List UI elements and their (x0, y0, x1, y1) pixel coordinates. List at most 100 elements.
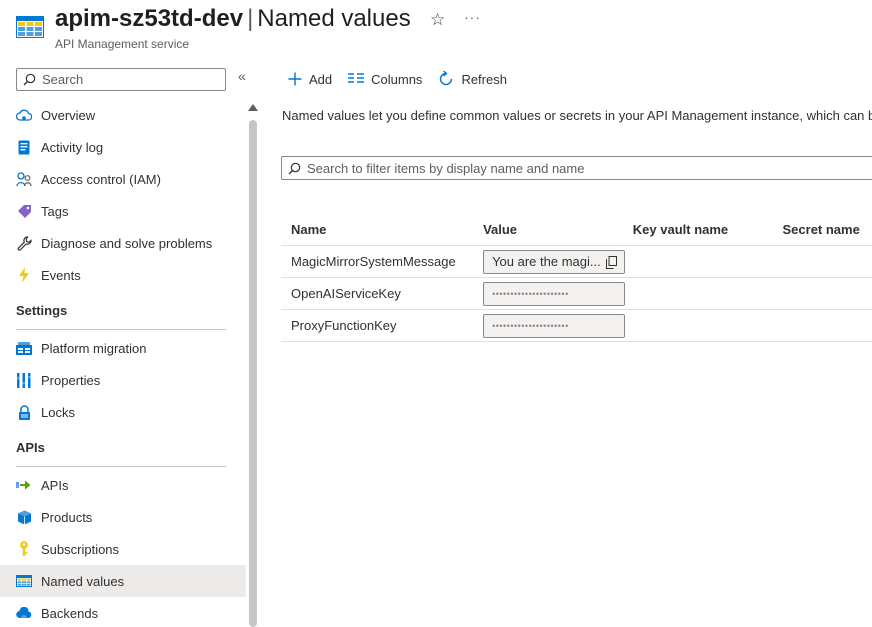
column-header-value[interactable]: Value (483, 222, 633, 237)
favorite-star-icon[interactable]: ☆ (430, 11, 445, 28)
column-header-key-vault-name[interactable]: Key vault name (633, 222, 783, 237)
row-name[interactable]: ProxyFunctionKey (281, 318, 483, 333)
filter-input[interactable] (307, 160, 867, 176)
sidebar-item-label: Access control (IAM) (41, 171, 161, 187)
section-divider (16, 466, 226, 467)
sidebar-item-subscriptions[interactable]: Subscriptions (0, 533, 246, 565)
sidebar-scrollbar[interactable] (249, 120, 257, 627)
sidebar-item-label: Named values (41, 573, 125, 589)
sidebar-item-access-control[interactable]: Access control (IAM) (0, 163, 246, 195)
section-divider (16, 329, 226, 330)
columns-button[interactable]: Columns (348, 72, 422, 87)
api-arrow-icon (16, 477, 32, 493)
section-header-settings: Settings (16, 303, 68, 318)
page-header: apim-sz53td-dev | Named values API Managem… (0, 0, 872, 58)
sidebar-item-properties[interactable]: Properties (0, 364, 246, 396)
sidebar-item-backends[interactable]: Backends (0, 597, 246, 627)
resource-menu: « Overview Activity log Access control (… (0, 58, 260, 627)
table-row[interactable]: ProxyFunctionKey ••••••••••••••••••••• (281, 310, 872, 342)
columns-icon (348, 73, 365, 85)
people-icon (16, 171, 32, 187)
section-header-apis: APIs (16, 440, 45, 455)
value-text: ••••••••••••••••••••• (492, 320, 569, 331)
table-row[interactable]: OpenAIServiceKey ••••••••••••••••••••• (281, 278, 872, 310)
plus-icon (288, 72, 302, 86)
refresh-icon (438, 71, 454, 87)
row-name[interactable]: MagicMirrorSystemMessage (281, 254, 483, 269)
api-management-icon (16, 16, 44, 38)
sidebar-item-label: Properties (41, 372, 101, 388)
named-values-table: Name Value Key vault name Secret name Ma… (281, 214, 872, 342)
table-row[interactable]: MagicMirrorSystemMessage You are the mag… (281, 246, 872, 278)
cloud-overview-icon (16, 107, 32, 123)
sidebar-item-label: Overview (41, 107, 96, 123)
column-header-secret-name[interactable]: Secret name (783, 222, 872, 237)
masked-value-field[interactable]: ••••••••••••••••••••• (483, 281, 626, 306)
copy-icon[interactable] (606, 255, 618, 272)
table-header: Name Value Key vault name Secret name (281, 214, 872, 246)
add-button[interactable]: Add (288, 72, 332, 87)
scroll-up-arrow[interactable] (248, 104, 258, 111)
column-header-name[interactable]: Name (281, 222, 483, 237)
sidebar-item-events[interactable]: Events (0, 259, 246, 291)
page-title: apim-sz53td-dev | Named values (55, 5, 411, 33)
blade-name: Named values (257, 5, 411, 32)
lock-icon (16, 404, 32, 420)
sidebar-item-activity-log[interactable]: Activity log (0, 131, 246, 163)
sidebar-item-label: APIs (41, 477, 69, 493)
resource-name: apim-sz53td-dev (55, 5, 244, 32)
wrench-icon (16, 235, 32, 251)
sidebar-item-label: Diagnose and solve problems (41, 235, 213, 251)
sidebar-item-label: Platform migration (41, 340, 147, 356)
masked-value-field[interactable]: ••••••••••••••••••••• (483, 313, 626, 338)
refresh-button-label: Refresh (461, 71, 507, 87)
columns-button-label: Columns (371, 71, 423, 87)
main-content: Add Columns Refresh Named values let you… (262, 58, 872, 627)
cloud-backend-icon (16, 605, 32, 621)
page-subtitle: API Management service (55, 37, 190, 51)
sidebar-item-label: Backends (41, 605, 99, 621)
migration-icon (16, 340, 32, 356)
sidebar-item-label: Activity log (41, 139, 104, 155)
search-icon (23, 73, 36, 86)
row-name[interactable]: OpenAIServiceKey (281, 286, 483, 301)
add-button-label: Add (309, 71, 333, 87)
more-options-icon[interactable]: ··· (464, 9, 481, 25)
sidebar-item-named-values[interactable]: Named values (0, 565, 246, 597)
refresh-button[interactable]: Refresh (438, 71, 507, 87)
page-description: Named values let you define common value… (282, 108, 872, 123)
sidebar-item-apis[interactable]: APIs (0, 469, 246, 501)
sidebar-item-tags[interactable]: Tags (0, 195, 246, 227)
sidebar-item-platform-migration[interactable]: Platform migration (0, 332, 246, 364)
key-icon (16, 541, 32, 557)
value-field[interactable]: You are the magi... (483, 249, 626, 274)
value-text: You are the magi... (492, 254, 601, 269)
search-icon (288, 162, 301, 174)
command-bar: Add Columns Refresh (288, 68, 523, 90)
title-separator: | (247, 5, 254, 32)
activity-log-icon (16, 139, 32, 155)
sidebar-item-label: Tags (41, 203, 69, 219)
product-box-icon (16, 509, 32, 525)
sidebar-item-diagnose[interactable]: Diagnose and solve problems (0, 227, 246, 259)
sidebar-item-locks[interactable]: Locks (0, 396, 246, 428)
sidebar-item-overview[interactable]: Overview (0, 99, 246, 131)
properties-icon (16, 372, 32, 388)
row-value-cell: You are the magi... (483, 249, 633, 274)
row-value-cell: ••••••••••••••••••••• (483, 313, 633, 338)
sidebar-item-label: Subscriptions (41, 541, 120, 557)
sidebar-item-products[interactable]: Products (0, 501, 246, 533)
sidebar-item-label: Events (41, 267, 81, 283)
sidebar-nav: Overview Activity log Access control (IA… (0, 99, 246, 627)
value-text: ••••••••••••••••••••• (492, 288, 569, 299)
sidebar-item-label: Products (41, 509, 93, 525)
sidebar-item-label: Locks (41, 404, 75, 420)
collapse-menu-icon[interactable]: « (238, 68, 246, 84)
table-grid-icon (16, 573, 32, 589)
sidebar-search-box[interactable] (16, 68, 226, 91)
tag-icon (16, 203, 32, 219)
lightning-icon (16, 267, 32, 283)
row-value-cell: ••••••••••••••••••••• (483, 281, 633, 306)
filter-box[interactable] (281, 156, 872, 180)
sidebar-search-input[interactable] (42, 72, 212, 87)
